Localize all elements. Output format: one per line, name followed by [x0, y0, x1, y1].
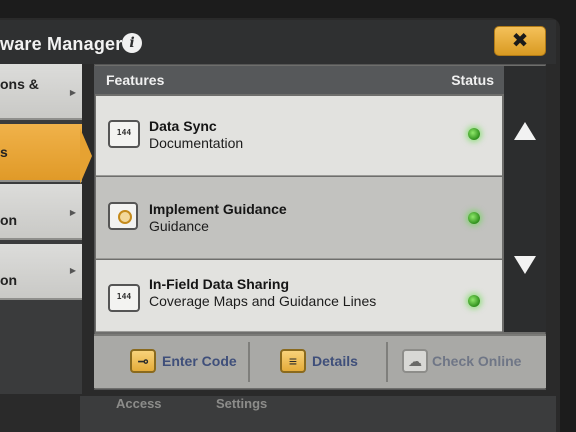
status-indicator-icon — [468, 128, 480, 140]
scroll-down-icon[interactable] — [514, 256, 536, 274]
bottom-tab-settings[interactable]: Settings — [216, 396, 267, 411]
selection-pointer — [80, 128, 92, 184]
chevron-right-icon: ▶ — [69, 208, 76, 217]
feature-subtitle: Guidance — [149, 218, 209, 234]
divider — [248, 342, 250, 382]
key-icon: ⊸ — [130, 349, 156, 373]
check-online-button[interactable]: ☁ Check Online — [396, 336, 544, 388]
status-indicator-icon — [468, 295, 480, 307]
status-indicator-icon — [468, 212, 480, 224]
check-online-label: Check Online — [432, 353, 522, 369]
left-menu-item-1[interactable]: ons & ▶ — [0, 64, 82, 120]
feature-subtitle: Documentation — [149, 135, 244, 151]
feature-title: In-Field Data Sharing — [149, 276, 290, 292]
feature-row-data-sync[interactable]: 144 Data Sync Documentation — [96, 96, 502, 176]
details-button[interactable]: ≡ Details — [274, 336, 384, 388]
table-header: Features Status — [94, 66, 504, 94]
window-title: ware Manager — [0, 34, 123, 54]
left-menu-item-label: on — [0, 272, 18, 288]
feature-row-implement-guidance[interactable]: Implement Guidance Guidance — [96, 177, 502, 259]
feature-title: Data Sync — [149, 118, 217, 134]
left-menu-item-2-selected[interactable]: s — [0, 124, 82, 182]
chevron-right-icon: ▶ — [69, 88, 76, 97]
info-icon[interactable]: i — [122, 33, 142, 53]
details-label: Details — [312, 353, 358, 369]
chevron-right-icon: ▶ — [69, 266, 76, 275]
enter-code-button[interactable]: ⊸ Enter Code — [124, 336, 264, 388]
divider — [386, 342, 388, 382]
close-button[interactable]: ✖ — [494, 26, 546, 56]
left-menu-item-3[interactable]: on ▶ — [0, 184, 82, 240]
scroll-up-icon[interactable] — [514, 122, 536, 140]
left-menu-item-label: ons & — [0, 76, 39, 92]
implement-guidance-icon — [108, 202, 138, 230]
feature-title: Implement Guidance — [149, 201, 287, 217]
feature-row-in-field-data-sharing[interactable]: 144 In-Field Data Sharing Coverage Maps … — [96, 260, 502, 332]
left-menu-item-label: s — [0, 144, 8, 160]
feature-subtitle: Coverage Maps and Guidance Lines — [149, 293, 377, 309]
action-bar: ⊸ Enter Code ≡ Details ☁ Check Online — [94, 334, 546, 388]
document-icon: ≡ — [280, 349, 306, 373]
data-sync-icon: 144 — [108, 120, 140, 148]
scroll-column — [504, 66, 546, 332]
enter-code-label: Enter Code — [162, 353, 237, 369]
left-menu-item-label: on — [0, 212, 18, 228]
bottom-tab-access[interactable]: Access — [116, 396, 162, 411]
status-column-header: Status — [451, 72, 494, 88]
left-menu-item-4[interactable]: on ▶ — [0, 244, 82, 300]
features-column-header: Features — [106, 72, 165, 88]
data-sharing-icon: 144 — [108, 284, 140, 312]
cloud-download-icon: ☁ — [402, 349, 428, 373]
